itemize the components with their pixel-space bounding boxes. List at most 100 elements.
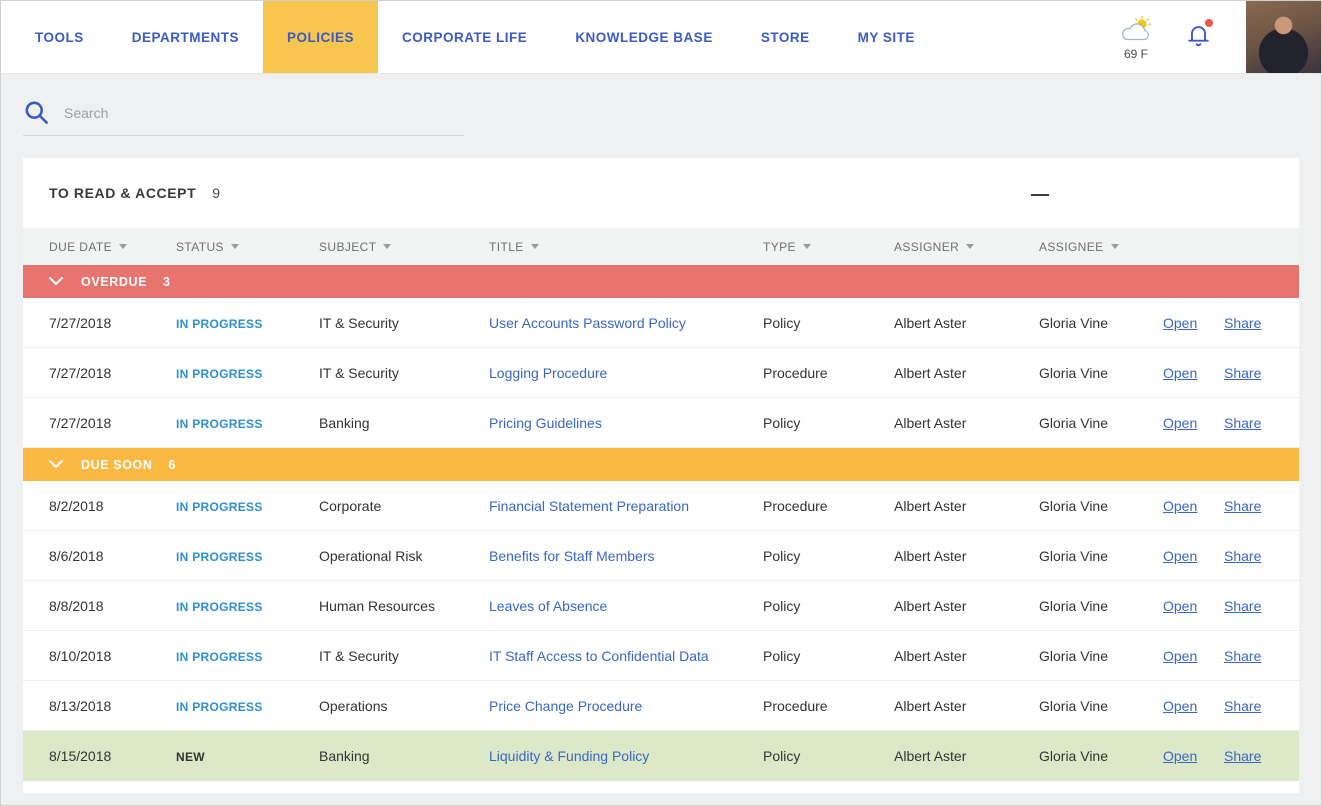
policy-title-link[interactable]: IT Staff Access to Confidential Data: [489, 648, 709, 664]
sort-arrow-icon[interactable]: [530, 244, 539, 249]
subject-cell: IT & Security: [319, 647, 399, 664]
group-label: DUE SOON: [81, 457, 153, 472]
column-header-due-date[interactable]: DUE DATE: [49, 240, 176, 254]
nav-item-departments[interactable]: DEPARTMENTS: [108, 1, 263, 73]
collapse-panel-button[interactable]: [1031, 194, 1049, 196]
partly-cloudy-icon: [1117, 15, 1155, 45]
nav-item-knowledge-base[interactable]: KNOWLEDGE BASE: [551, 1, 737, 73]
policy-title-link[interactable]: Logging Procedure: [489, 365, 607, 381]
policy-title-link[interactable]: Financial Statement Preparation: [489, 498, 689, 514]
share-link[interactable]: Share: [1224, 498, 1261, 514]
status-badge: IN PROGRESS: [176, 549, 263, 564]
policy-title-link[interactable]: User Accounts Password Policy: [489, 315, 686, 331]
weather-temperature: 69 F: [1123, 46, 1148, 61]
subject-cell: Operations: [319, 697, 388, 714]
assignee-cell: Gloria Vine: [1039, 547, 1109, 564]
title-cell: Pricing Guidelines: [489, 415, 763, 431]
sort-arrow-icon[interactable]: [1110, 244, 1119, 249]
to-read-accept-panel: TO READ & ACCEPT 9 DUE DATE STATUS SUBJECT…: [23, 158, 1299, 793]
search-icon[interactable]: [23, 99, 50, 126]
nav-item-policies[interactable]: POLICIES: [263, 1, 379, 73]
sort-arrow-icon[interactable]: [118, 244, 127, 249]
share-link[interactable]: Share: [1224, 748, 1261, 764]
open-link[interactable]: Open: [1163, 698, 1197, 714]
status-cell: IN PROGRESS: [176, 598, 319, 614]
top-navigation: TOOLS DEPARTMENTS POLICIES CORPORATE LIFE KN…: [1, 1, 1321, 74]
share-link[interactable]: Share: [1224, 415, 1261, 431]
subject-cell: IT & Security: [319, 364, 399, 381]
due-date-cell: 8/6/2018: [49, 547, 104, 564]
group-header-due-soon[interactable]: DUE SOON 6: [23, 448, 1299, 481]
status-cell: IN PROGRESS: [176, 498, 319, 514]
share-link[interactable]: Share: [1224, 548, 1261, 564]
open-link[interactable]: Open: [1163, 598, 1197, 614]
policy-title-link[interactable]: Liquidity & Funding Policy: [489, 748, 649, 764]
column-label: DUE DATE: [49, 239, 112, 254]
policy-title-link[interactable]: Pricing Guidelines: [489, 415, 602, 431]
open-cell: Open: [1163, 648, 1224, 664]
open-link[interactable]: Open: [1163, 498, 1197, 514]
column-header-status[interactable]: STATUS: [176, 240, 319, 254]
sort-arrow-icon[interactable]: [802, 244, 811, 249]
policy-title-link[interactable]: Benefits for Staff Members: [489, 548, 654, 564]
assignee-cell: Gloria Vine: [1039, 697, 1109, 714]
assigner-cell: Albert Aster: [894, 748, 967, 764]
open-link[interactable]: Open: [1163, 315, 1197, 331]
policy-title-link[interactable]: Leaves of Absence: [489, 598, 607, 614]
sort-arrow-icon[interactable]: [966, 244, 975, 249]
weather-widget: 69 F: [1117, 15, 1155, 60]
notifications-button[interactable]: [1185, 19, 1213, 53]
share-cell: Share: [1224, 498, 1299, 514]
chevron-down-icon[interactable]: [49, 277, 63, 286]
column-header-type[interactable]: TYPE: [763, 240, 894, 254]
open-link[interactable]: Open: [1163, 648, 1197, 664]
share-cell: Share: [1224, 698, 1299, 714]
nav-item-store[interactable]: STORE: [737, 1, 834, 73]
type-cell: Procedure: [763, 364, 828, 381]
share-link[interactable]: Share: [1224, 698, 1261, 714]
open-link[interactable]: Open: [1163, 365, 1197, 381]
main-content: TO READ & ACCEPT 9 DUE DATE STATUS SUBJECT…: [1, 99, 1321, 793]
nav-item-tools[interactable]: TOOLS: [11, 1, 108, 73]
assigner-cell: Albert Aster: [894, 414, 967, 431]
open-link[interactable]: Open: [1163, 415, 1197, 431]
policy-row: 8/13/2018 IN PROGRESS Operations Price Chan…: [23, 681, 1299, 731]
assignee-cell: Gloria Vine: [1039, 647, 1109, 664]
column-header-title[interactable]: TITLE: [489, 240, 763, 254]
share-cell: Share: [1224, 315, 1299, 331]
type-cell: Policy: [763, 597, 801, 614]
search-input[interactable]: [64, 104, 464, 121]
type-cell: Procedure: [763, 497, 828, 514]
panel-count: 9: [212, 185, 221, 201]
title-cell: Price Change Procedure: [489, 698, 763, 714]
share-cell: Share: [1224, 548, 1299, 564]
user-avatar[interactable]: [1246, 1, 1321, 73]
group-header-overdue[interactable]: OVERDUE 3: [23, 265, 1299, 298]
open-cell: Open: [1163, 415, 1224, 431]
assigner-cell: Albert Aster: [894, 597, 967, 614]
column-label: TYPE: [763, 239, 796, 254]
share-link[interactable]: Share: [1224, 648, 1261, 664]
open-link[interactable]: Open: [1163, 748, 1197, 764]
share-link[interactable]: Share: [1224, 365, 1261, 381]
assignee-cell: Gloria Vine: [1039, 597, 1109, 614]
column-header-assignee[interactable]: ASSIGNEE: [1039, 240, 1163, 254]
chevron-down-icon[interactable]: [49, 460, 63, 469]
due-date-cell: 8/8/2018: [49, 597, 104, 614]
column-header-subject[interactable]: SUBJECT: [319, 240, 489, 254]
assigner-cell: Albert Aster: [894, 497, 967, 514]
subject-cell: IT & Security: [319, 314, 399, 331]
policy-title-link[interactable]: Price Change Procedure: [489, 698, 642, 714]
sort-arrow-icon[interactable]: [230, 244, 239, 249]
sort-arrow-icon[interactable]: [383, 244, 392, 249]
share-link[interactable]: Share: [1224, 598, 1261, 614]
share-link[interactable]: Share: [1224, 315, 1261, 331]
column-header-assigner[interactable]: ASSIGNER: [894, 240, 1039, 254]
due-date-cell: 7/27/2018: [49, 414, 112, 431]
open-link[interactable]: Open: [1163, 548, 1197, 564]
status-badge: IN PROGRESS: [176, 316, 263, 331]
assignee-cell: Gloria Vine: [1039, 748, 1109, 764]
nav-item-corporate-life[interactable]: CORPORATE LIFE: [378, 1, 551, 73]
type-cell: Policy: [763, 414, 801, 431]
nav-item-my-site[interactable]: MY SITE: [834, 1, 939, 73]
